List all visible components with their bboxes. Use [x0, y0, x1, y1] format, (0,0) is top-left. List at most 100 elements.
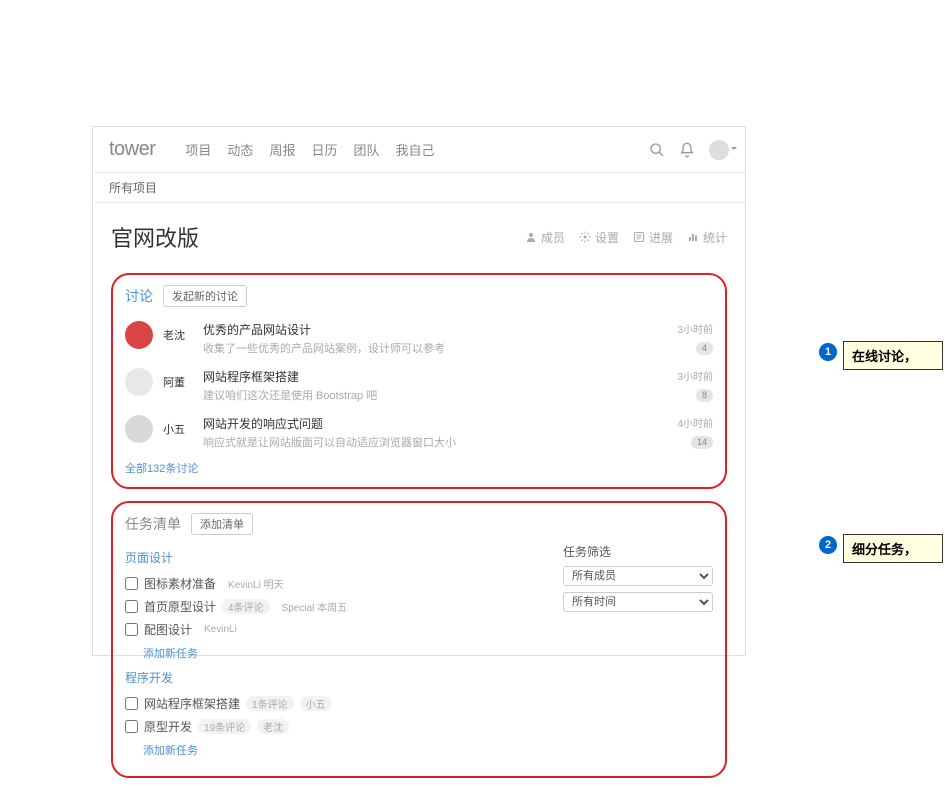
discussion-item[interactable]: 小五 网站开发的响应式问题 响应式就是让网站版面可以自动适应浏览器窗口大小 4小…: [125, 409, 713, 456]
nav-team[interactable]: 团队: [353, 140, 379, 159]
action-members[interactable]: 成员: [525, 229, 565, 246]
discussion-user: 阿董: [163, 374, 193, 390]
breadcrumb-bar: 所有项目: [93, 173, 745, 203]
nav-activity[interactable]: 动态: [227, 140, 253, 159]
task-checkbox[interactable]: [125, 720, 138, 733]
tasks-header: 任务清单 添加清单: [125, 513, 713, 535]
task-tag: 老沈: [257, 719, 289, 734]
add-list-button[interactable]: 添加清单: [191, 513, 253, 535]
content: 官网改版 成员 设置 进展 统计: [93, 203, 745, 778]
task-tag: 4条评论: [222, 599, 270, 614]
nav-myself[interactable]: 我自己: [395, 140, 434, 159]
discussion-body: 网站开发的响应式问题 响应式就是让网站版面可以自动适应浏览器窗口大小: [203, 415, 667, 450]
avatar: [125, 368, 153, 396]
avatar: [125, 415, 153, 443]
task-checkbox[interactable]: [125, 697, 138, 710]
task-tag: 1条评论: [246, 696, 294, 711]
nav-weekly[interactable]: 周报: [269, 140, 295, 159]
tasks-wrap: 页面设计 图标素材准备 KevinLi 明天 首页原型设计 4条评论 Speci…: [125, 543, 713, 766]
discussion-item[interactable]: 老沈 优秀的产品网站设计 收集了一些优秀的产品网站案例，设计师可以参考 3小时前…: [125, 315, 713, 362]
gear-icon: [579, 231, 591, 243]
project-actions: 成员 设置 进展 统计: [525, 229, 727, 246]
discussion-meta: 4小时前 14: [677, 415, 713, 450]
project-title: 官网改版: [111, 221, 525, 253]
callout-number-2: 2: [819, 536, 837, 554]
task-group-title[interactable]: 页面设计: [125, 549, 543, 566]
discussion-user: 小五: [163, 421, 193, 437]
callout-number-1: 1: [819, 343, 837, 361]
discussion-section: 讨论 发起新的讨论 老沈 优秀的产品网站设计 收集了一些优秀的产品网站案例，设计…: [111, 273, 727, 489]
action-stats-label: 统计: [703, 229, 727, 246]
discussion-body: 网站程序框架搭建 建议咱们这次还是使用 Bootstrap 吧: [203, 368, 667, 403]
discussion-meta: 3小时前 8: [677, 368, 713, 403]
filter-member-select[interactable]: 所有成员: [563, 566, 713, 586]
list-icon: [633, 231, 645, 243]
discussion-item[interactable]: 阿董 网站程序框架搭建 建议咱们这次还是使用 Bootstrap 吧 3小时前 …: [125, 362, 713, 409]
task-item[interactable]: 配图设计 KevinLi: [125, 618, 543, 641]
nav-calendar[interactable]: 日历: [311, 140, 337, 159]
discussion-item-sub: 建议咱们这次还是使用 Bootstrap 吧: [203, 387, 667, 403]
action-settings[interactable]: 设置: [579, 229, 619, 246]
discussion-meta: 3小时前 4: [677, 321, 713, 356]
search-icon[interactable]: [649, 142, 665, 158]
person-icon: [525, 231, 537, 243]
chart-icon: [687, 231, 699, 243]
tasks-left: 页面设计 图标素材准备 KevinLi 明天 首页原型设计 4条评论 Speci…: [125, 543, 543, 766]
callout-1: 在线讨论，: [843, 341, 943, 370]
discussion-user: 老沈: [163, 327, 193, 343]
user-avatar-dropdown[interactable]: [709, 140, 729, 160]
nav-projects[interactable]: 项目: [185, 140, 211, 159]
nav: 项目 动态 周报 日历 团队 我自己: [185, 140, 649, 159]
task-tag: Special 本周五: [276, 599, 354, 614]
discussion-item-sub: 收集了一些优秀的产品网站案例，设计师可以参考: [203, 340, 667, 356]
discussion-badge: 8: [696, 389, 713, 402]
discussion-item-title: 网站开发的响应式问题: [203, 415, 667, 432]
top-icons: [649, 140, 729, 160]
task-item[interactable]: 原型开发 19条评论 老沈: [125, 715, 543, 738]
breadcrumb[interactable]: 所有项目: [109, 179, 157, 196]
task-checkbox[interactable]: [125, 623, 138, 636]
action-progress[interactable]: 进展: [633, 229, 673, 246]
task-name: 首页原型设计: [144, 598, 216, 615]
filter-time-select[interactable]: 所有时间: [563, 592, 713, 612]
discussion-title: 讨论: [125, 286, 153, 306]
discussion-item-title: 网站程序框架搭建: [203, 368, 667, 385]
callout-2: 细分任务，: [843, 534, 943, 563]
task-tag: 19条评论: [198, 719, 251, 734]
bell-icon[interactable]: [679, 142, 695, 158]
task-name: 原型开发: [144, 718, 192, 735]
task-group-title[interactable]: 程序开发: [125, 669, 543, 686]
task-name: 图标素材准备: [144, 575, 216, 592]
discussion-badge: 4: [696, 342, 713, 355]
discussion-badge: 14: [691, 436, 713, 449]
task-checkbox[interactable]: [125, 600, 138, 613]
task-tag: 小五: [300, 696, 332, 711]
all-discussions-link[interactable]: 全部132条讨论: [125, 460, 198, 476]
task-item[interactable]: 网站程序框架搭建 1条评论 小五: [125, 692, 543, 715]
topbar: tower 项目 动态 周报 日历 团队 我自己: [93, 127, 745, 173]
task-item[interactable]: 图标素材准备 KevinLi 明天: [125, 572, 543, 595]
tasks-section: 任务清单 添加清单 页面设计 图标素材准备 KevinLi 明天 首页原型设计 …: [111, 501, 727, 778]
task-tag: KevinLi 明天: [222, 576, 290, 591]
task-name: 网站程序框架搭建: [144, 695, 240, 712]
action-progress-label: 进展: [649, 229, 673, 246]
tasks-title: 任务清单: [125, 514, 181, 534]
discussion-body: 优秀的产品网站设计 收集了一些优秀的产品网站案例，设计师可以参考: [203, 321, 667, 356]
task-name: 配图设计: [144, 621, 192, 638]
task-item[interactable]: 首页原型设计 4条评论 Special 本周五: [125, 595, 543, 618]
discussion-time: 3小时前: [677, 368, 713, 383]
discussion-item-title: 优秀的产品网站设计: [203, 321, 667, 338]
discussion-header: 讨论 发起新的讨论: [125, 285, 713, 307]
discussion-time: 4小时前: [677, 415, 713, 430]
task-checkbox[interactable]: [125, 577, 138, 590]
discussion-item-sub: 响应式就是让网站版面可以自动适应浏览器窗口大小: [203, 434, 667, 450]
task-tag: KevinLi: [198, 624, 243, 635]
action-stats[interactable]: 统计: [687, 229, 727, 246]
action-settings-label: 设置: [595, 229, 619, 246]
new-discussion-button[interactable]: 发起新的讨论: [163, 285, 247, 307]
add-task-link[interactable]: 添加新任务: [143, 645, 543, 661]
tasks-filter: 任务筛选 所有成员 所有时间: [563, 543, 713, 766]
filter-title: 任务筛选: [563, 543, 713, 560]
discussion-time: 3小时前: [677, 321, 713, 336]
add-task-link[interactable]: 添加新任务: [143, 742, 543, 758]
